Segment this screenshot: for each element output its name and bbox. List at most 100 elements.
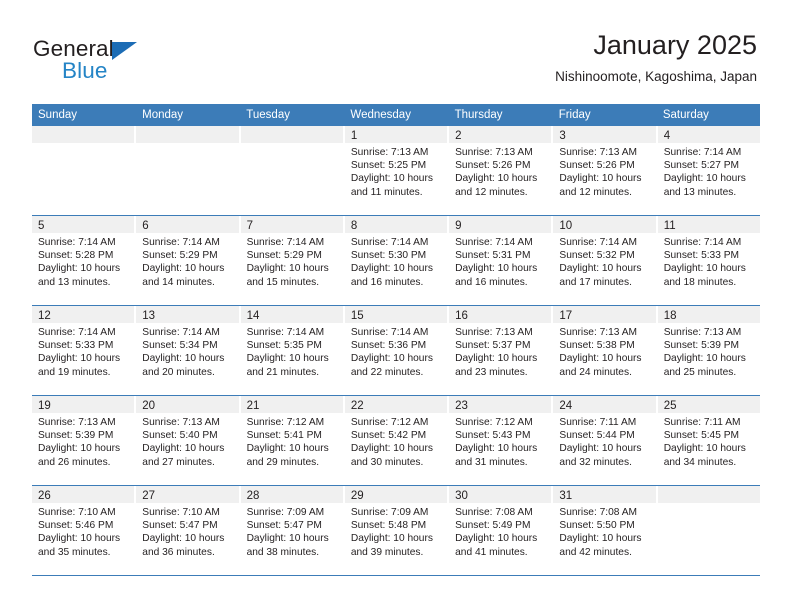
daylight-text: Daylight: 10 hours and 15 minutes. (246, 263, 329, 288)
day-cell[interactable]: 23 Sunrise: 7:12 AM Sunset: 5:43 PM Dayligh… (449, 396, 554, 485)
day-number-band: 29 (344, 486, 448, 503)
day-number: 19 (38, 400, 51, 412)
daylight-text: Daylight: 10 hours and 11 minutes. (350, 173, 433, 198)
day-details: Sunrise: 7:13 AM Sunset: 5:25 PM Daylight:… (345, 143, 447, 199)
day-number-band: 12 (32, 306, 135, 323)
daylight-text: Daylight: 10 hours and 22 minutes. (350, 353, 433, 378)
day-number-band: 18 (657, 306, 760, 323)
sunset-text: Sunset: 5:32 PM (559, 250, 635, 262)
day-number: 22 (350, 400, 364, 412)
sunrise-text: Sunrise: 7:14 AM (38, 237, 116, 248)
day-cell[interactable]: 28 Sunrise: 7:09 AM Sunset: 5:47 PM Dayligh… (240, 486, 345, 575)
sunset-text: Sunset: 5:33 PM (38, 340, 114, 352)
day-number: 17 (559, 310, 573, 322)
day-number: 28 (246, 490, 260, 502)
day-cell[interactable]: 17 Sunrise: 7:13 AM Sunset: 5:38 PM Dayligh… (553, 306, 658, 395)
day-number-band (240, 126, 343, 143)
day-details: Sunrise: 7:13 AM Sunset: 5:37 PM Daylight:… (449, 323, 551, 379)
day-number: 15 (350, 310, 364, 322)
day-cell[interactable]: 13 Sunrise: 7:14 AM Sunset: 5:34 PM Dayligh… (136, 306, 241, 395)
daylight-text: Daylight: 10 hours and 36 minutes. (142, 533, 225, 558)
day-cell[interactable]: 8 Sunrise: 7:14 AM Sunset: 5:30 PM Daylight… (344, 216, 450, 305)
day-number-band: 19 (32, 396, 135, 413)
day-number: 29 (350, 490, 364, 502)
day-cell[interactable]: 22 Sunrise: 7:12 AM Sunset: 5:42 PM Dayligh… (344, 396, 450, 485)
daylight-text: Daylight: 10 hours and 12 minutes. (559, 173, 642, 198)
sunset-text: Sunset: 5:37 PM (455, 340, 531, 352)
daylight-text: Daylight: 10 hours and 19 minutes. (38, 353, 121, 378)
day-cell-empty (136, 126, 241, 215)
sunrise-text: Sunrise: 7:14 AM (350, 237, 429, 248)
day-cell[interactable]: 3 Sunrise: 7:13 AM Sunset: 5:26 PM Daylight… (553, 126, 658, 215)
day-cell[interactable]: 2 Sunrise: 7:13 AM Sunset: 5:26 PM Daylight… (449, 126, 554, 215)
day-number: 26 (38, 490, 51, 502)
sunrise-text: Sunrise: 7:13 AM (350, 147, 429, 158)
day-cell[interactable]: 24 Sunrise: 7:11 AM Sunset: 5:44 PM Dayligh… (553, 396, 658, 485)
day-cell[interactable]: 14 Sunrise: 7:14 AM Sunset: 5:35 PM Dayligh… (240, 306, 345, 395)
day-cell[interactable]: 7 Sunrise: 7:14 AM Sunset: 5:29 PM Daylight… (240, 216, 345, 305)
day-cell[interactable]: 11 Sunrise: 7:14 AM Sunset: 5:33 PM Dayligh… (657, 216, 760, 305)
sunrise-text: Sunrise: 7:14 AM (142, 237, 220, 248)
day-cell[interactable]: 27 Sunrise: 7:10 AM Sunset: 5:47 PM Dayligh… (136, 486, 241, 575)
title-block: January 2025 Nishinoomote, Kagoshima, Ja… (555, 28, 757, 88)
day-details: Sunrise: 7:11 AM Sunset: 5:45 PM Daylight:… (658, 413, 760, 469)
day-cell[interactable]: 30 Sunrise: 7:08 AM Sunset: 5:49 PM Dayligh… (449, 486, 554, 575)
sunrise-text: Sunrise: 7:08 AM (455, 507, 533, 518)
day-number-band: 28 (240, 486, 343, 503)
sunrise-text: Sunrise: 7:13 AM (455, 327, 533, 338)
weekday-monday: Monday (136, 104, 241, 126)
day-details: Sunrise: 7:12 AM Sunset: 5:41 PM Daylight:… (241, 413, 343, 469)
day-number-band: 1 (344, 126, 448, 143)
day-cell[interactable]: 4 Sunrise: 7:14 AM Sunset: 5:27 PM Daylight… (657, 126, 760, 215)
day-number-band: 20 (136, 396, 239, 413)
day-details: Sunrise: 7:12 AM Sunset: 5:43 PM Daylight:… (449, 413, 551, 469)
sunrise-text: Sunrise: 7:13 AM (142, 417, 220, 428)
day-cell[interactable]: 6 Sunrise: 7:14 AM Sunset: 5:29 PM Daylight… (136, 216, 241, 305)
daylight-text: Daylight: 10 hours and 25 minutes. (663, 353, 746, 378)
day-cell[interactable]: 16 Sunrise: 7:13 AM Sunset: 5:37 PM Dayligh… (449, 306, 554, 395)
day-cell[interactable]: 15 Sunrise: 7:14 AM Sunset: 5:36 PM Dayligh… (344, 306, 450, 395)
day-number-band: 25 (657, 396, 760, 413)
day-cell-empty (32, 126, 137, 215)
sunset-text: Sunset: 5:44 PM (559, 430, 635, 442)
sunrise-text: Sunrise: 7:08 AM (559, 507, 637, 518)
day-cell[interactable]: 31 Sunrise: 7:08 AM Sunset: 5:50 PM Dayligh… (553, 486, 658, 575)
sunrise-text: Sunrise: 7:12 AM (455, 417, 533, 428)
day-number: 21 (246, 400, 260, 412)
day-cell[interactable]: 26 Sunrise: 7:10 AM Sunset: 5:46 PM Dayligh… (32, 486, 137, 575)
day-number: 16 (455, 310, 468, 322)
sunset-text: Sunset: 5:29 PM (142, 250, 218, 262)
sunset-text: Sunset: 5:25 PM (350, 160, 427, 172)
daylight-text: Daylight: 10 hours and 26 minutes. (38, 443, 121, 468)
day-cell[interactable]: 20 Sunrise: 7:13 AM Sunset: 5:40 PM Dayligh… (136, 396, 241, 485)
sunrise-text: Sunrise: 7:11 AM (559, 417, 637, 428)
day-number-band: 10 (553, 216, 656, 233)
weekday-sunday: Sunday (32, 104, 137, 126)
logo-text-blue: Blue (62, 58, 108, 83)
daylight-text: Daylight: 10 hours and 24 minutes. (559, 353, 642, 378)
sunrise-text: Sunrise: 7:12 AM (350, 417, 429, 428)
sunset-text: Sunset: 5:50 PM (559, 520, 635, 532)
day-number: 7 (246, 220, 253, 232)
day-cell[interactable]: 18 Sunrise: 7:13 AM Sunset: 5:39 PM Dayligh… (657, 306, 760, 395)
day-number: 4 (663, 130, 671, 142)
day-details: Sunrise: 7:10 AM Sunset: 5:47 PM Daylight:… (136, 503, 238, 559)
day-cell[interactable]: 25 Sunrise: 7:11 AM Sunset: 5:45 PM Dayligh… (657, 396, 760, 485)
daylight-text: Daylight: 10 hours and 23 minutes. (455, 353, 538, 378)
day-cell[interactable]: 19 Sunrise: 7:13 AM Sunset: 5:39 PM Dayligh… (32, 396, 137, 485)
calendar-week-row: 26 Sunrise: 7:10 AM Sunset: 5:46 PM Dayligh… (32, 486, 760, 576)
day-number-band: 21 (240, 396, 343, 413)
day-cell[interactable]: 21 Sunrise: 7:12 AM Sunset: 5:41 PM Dayligh… (240, 396, 345, 485)
day-number: 8 (350, 220, 358, 232)
sunrise-text: Sunrise: 7:10 AM (142, 507, 220, 518)
day-cell[interactable]: 10 Sunrise: 7:14 AM Sunset: 5:32 PM Dayligh… (553, 216, 658, 305)
day-cell[interactable]: 1 Sunrise: 7:13 AM Sunset: 5:25 PM Daylight… (344, 126, 450, 215)
day-cell[interactable]: 29 Sunrise: 7:09 AM Sunset: 5:48 PM Dayligh… (344, 486, 450, 575)
day-details: Sunrise: 7:13 AM Sunset: 5:39 PM Daylight:… (32, 413, 134, 469)
day-cell[interactable]: 5 Sunrise: 7:14 AM Sunset: 5:28 PM Daylight… (32, 216, 137, 305)
day-cell[interactable]: 9 Sunrise: 7:14 AM Sunset: 5:31 PM Daylight… (449, 216, 554, 305)
day-number: 6 (142, 220, 149, 232)
day-number: 30 (455, 490, 468, 502)
day-cell[interactable]: 12 Sunrise: 7:14 AM Sunset: 5:33 PM Dayligh… (32, 306, 137, 395)
sunset-text: Sunset: 5:47 PM (142, 520, 218, 532)
